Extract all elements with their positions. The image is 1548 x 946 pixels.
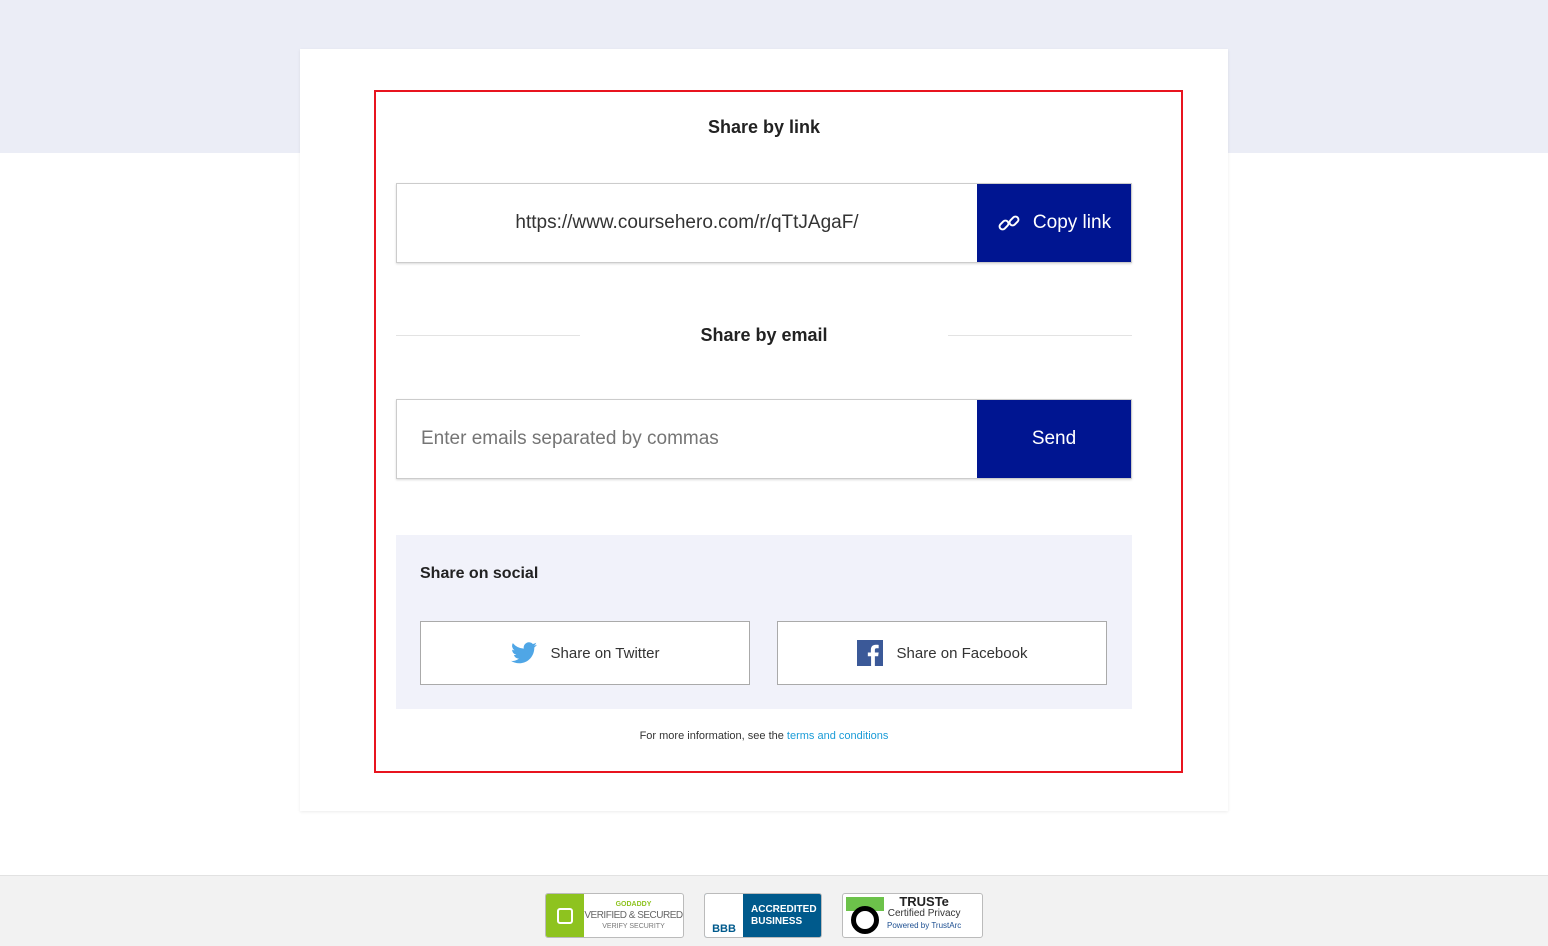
share-by-email-heading: Share by email [700,325,828,345]
godaddy-badge[interactable]: GODADDY VERIFIED & SECURED VERIFY SECURI… [545,893,684,938]
bbb-line1: ACCREDITED [751,904,817,915]
truste-logo-icon [843,894,887,937]
share-link-row: https://www.coursehero.com/r/qTtJAgaF/ C… [396,183,1132,263]
godaddy-brand: GODADDY [615,901,652,908]
godaddy-line2: VERIFY SECURITY [602,923,665,930]
copy-link-label: Copy link [1032,212,1112,233]
truste-badge[interactable]: TRUSTe Certified Privacy Powered by Trus… [842,893,983,938]
terms-link[interactable]: terms and conditions [787,730,889,742]
truste-line2: Powered by TrustArc [887,921,962,930]
facebook-icon [856,640,883,666]
share-on-social-heading: Share on social [420,565,539,582]
share-email-row: Send [396,399,1132,479]
email-input[interactable] [397,400,977,478]
bbb-logo: BBB [705,894,743,937]
share-url-field[interactable]: https://www.coursehero.com/r/qTtJAgaF/ [397,184,977,262]
copy-link-button[interactable]: Copy link [977,184,1131,262]
bbb-badge[interactable]: BBB ACCREDITED BUSINESS [704,893,822,938]
info-text: For more information, see the terms and … [396,730,1132,742]
share-by-link-heading: Share by link [707,117,821,137]
truste-brand: TRUSTe [899,894,949,909]
share-facebook-button[interactable]: Share on Facebook [777,621,1107,685]
facebook-label: Share on Facebook [896,644,1028,662]
lock-icon [546,894,584,937]
twitter-label: Share on Twitter [550,644,660,662]
truste-line1: Certified Privacy [887,908,961,919]
info-label: For more information, see the [639,730,787,742]
bbb-line2: BUSINESS [751,916,803,927]
share-twitter-button[interactable]: Share on Twitter [420,621,750,685]
twitter-icon [510,642,537,664]
send-button[interactable]: Send [977,400,1131,478]
social-section: Share on social Share on Twitter Share o… [396,535,1132,709]
godaddy-line1: VERIFIED & SECURED [584,910,683,921]
footer: GODADDY VERIFIED & SECURED VERIFY SECURI… [0,875,1548,946]
link-icon [998,215,1020,231]
